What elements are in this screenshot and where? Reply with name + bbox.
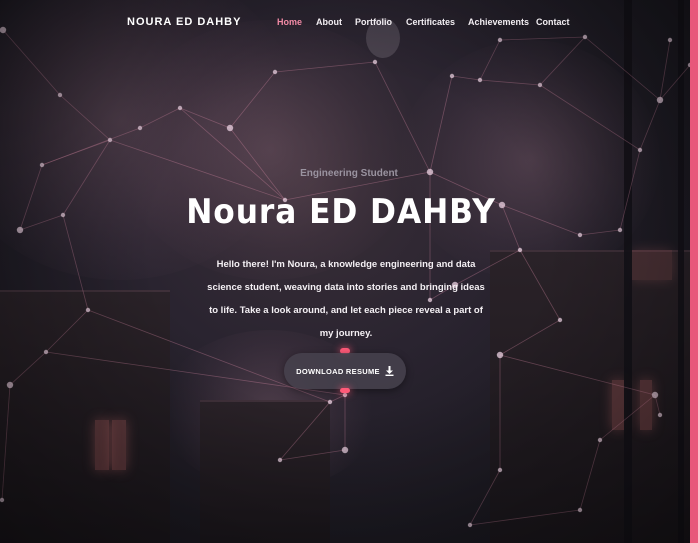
hero-title: Noura ED DAHBY xyxy=(186,192,496,232)
nav-portfolio[interactable]: Portfolio xyxy=(355,17,392,27)
download-resume-label: DOWNLOAD RESUME xyxy=(296,366,380,376)
hero-subtitle: Engineering Student xyxy=(300,168,398,179)
navbar: NOURA ED DAHBY Home About Portfolio Cert… xyxy=(0,0,698,44)
nav-achievements[interactable]: Achievements xyxy=(468,17,529,27)
download-resume-button[interactable]: DOWNLOAD RESUME xyxy=(284,353,406,389)
scroll-edge-accent xyxy=(690,0,698,543)
nav-home[interactable]: Home xyxy=(277,17,302,27)
nav-certificates[interactable]: Certificates xyxy=(406,17,455,27)
download-icon xyxy=(385,366,394,376)
nav-contact[interactable]: Contact xyxy=(536,17,570,27)
brand-logo[interactable]: NOURA ED DAHBY xyxy=(127,16,241,28)
button-glow-accent xyxy=(340,388,350,393)
hero-intro: Hello there! I'm Noura, a knowledge engi… xyxy=(207,259,485,339)
nav-about[interactable]: About xyxy=(316,17,342,27)
